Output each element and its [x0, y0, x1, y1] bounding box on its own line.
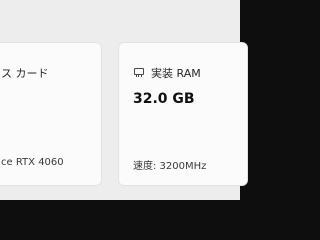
ram-speed: 速度: 3200MHz	[133, 161, 207, 172]
gpu-card-title: ス カード	[1, 67, 49, 80]
gpu-model-name: ce RTX 4060	[1, 157, 64, 168]
ram-icon	[134, 68, 144, 77]
gpu-card: ス カード ce RTX 4060	[0, 42, 102, 186]
ram-capacity-value: 32.0 GB	[133, 91, 195, 107]
ram-card-title: 実装 RAM	[151, 67, 201, 80]
ram-card: 実装 RAM 32.0 GB 速度: 3200MHz	[118, 42, 248, 186]
